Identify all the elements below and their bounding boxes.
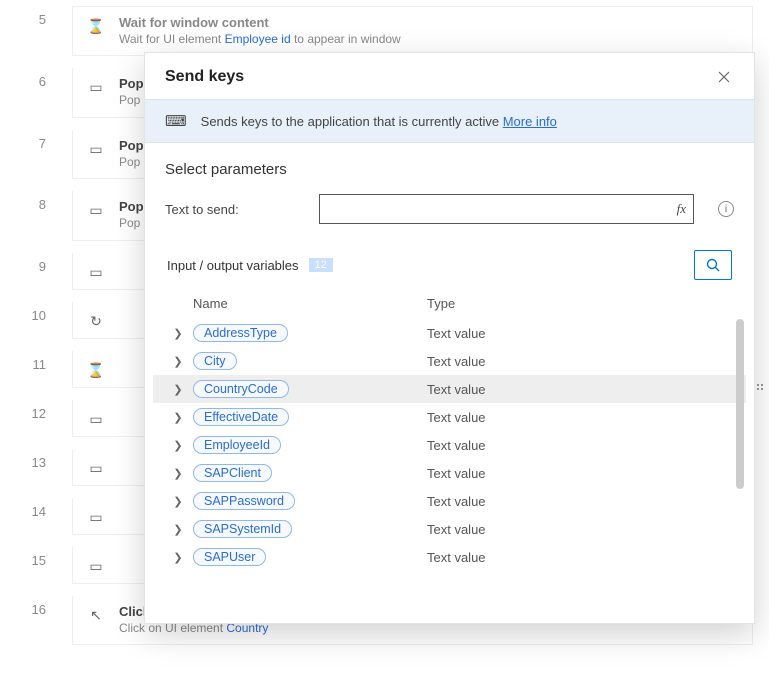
step-number: 10 <box>18 302 46 323</box>
param-info-icon[interactable]: i <box>718 201 734 217</box>
step-number: 5 <box>18 6 46 27</box>
variable-row[interactable]: ❯ SAPUser Text value <box>153 543 746 571</box>
step-number: 9 <box>18 253 46 274</box>
info-banner: ⌨ Sends keys to the application that is … <box>145 99 754 143</box>
chevron-right-icon[interactable]: ❯ <box>167 327 189 340</box>
variables-panel: Input / output variables 12 Name Type ❯ A… <box>153 242 746 623</box>
chevron-right-icon[interactable]: ❯ <box>167 551 189 564</box>
chevron-right-icon[interactable]: ❯ <box>167 383 189 396</box>
variable-type: Text value <box>427 382 732 397</box>
step-number: 14 <box>18 498 46 519</box>
variable-row[interactable]: ❯ EmployeeId Text value <box>153 431 746 459</box>
variable-pill[interactable]: EmployeeId <box>193 436 281 454</box>
variable-type: Text value <box>427 354 732 369</box>
col-name-header: Name <box>167 296 427 311</box>
variable-pill[interactable]: SAPSystemId <box>193 520 292 538</box>
step-number: 11 <box>18 351 46 372</box>
variable-list: ❯ AddressType Text value ❯ City Text value ❯ Co… <box>153 319 746 623</box>
variable-row[interactable]: ❯ EffectiveDate Text value <box>153 403 746 431</box>
step-title: Pop <box>119 199 144 216</box>
variable-type: Text value <box>427 550 732 565</box>
fx-icon[interactable]: fx <box>677 201 686 217</box>
step-subtitle: Wait for UI element Employee id to appea… <box>119 32 401 48</box>
param-text-to-send: Text to send: fx i <box>145 186 754 242</box>
search-variables-button[interactable] <box>694 250 732 280</box>
step-type-icon: ▭ <box>85 76 107 96</box>
col-type-header: Type <box>427 296 732 311</box>
variable-pill[interactable]: SAPUser <box>193 548 266 566</box>
dialog-title: Send keys <box>165 68 244 86</box>
step-type-icon: ▭ <box>85 506 107 526</box>
step-title: Wait for window content <box>119 15 401 32</box>
variable-row[interactable]: ❯ CountryCode Text value <box>153 375 746 403</box>
variable-type: Text value <box>427 466 732 481</box>
variable-pill[interactable]: EffectiveDate <box>193 408 289 426</box>
variable-pill[interactable]: City <box>193 352 237 370</box>
param-label: Text to send: <box>165 202 305 217</box>
variable-type: Text value <box>427 494 732 509</box>
step-type-icon: ▭ <box>85 555 107 575</box>
step-type-icon: ▭ <box>85 457 107 477</box>
chevron-right-icon[interactable]: ❯ <box>167 411 189 424</box>
step-number: 15 <box>18 547 46 568</box>
dialog-header: Send keys <box>145 53 754 99</box>
chevron-right-icon[interactable]: ❯ <box>167 495 189 508</box>
step-type-icon: ⌛ <box>85 15 107 35</box>
variable-type: Text value <box>427 522 732 537</box>
step-subtitle: Pop <box>119 155 144 171</box>
keyboard-icon: ⌨ <box>165 112 187 130</box>
variable-columns-header: Name Type <box>153 288 746 319</box>
step-subtitle: Pop <box>119 93 144 109</box>
step-type-icon: ▭ <box>85 408 107 428</box>
step-type-icon: ▭ <box>85 138 107 158</box>
step-title: Pop <box>119 138 144 155</box>
step-type-icon: ↻ <box>85 310 107 330</box>
variable-pill[interactable]: AddressType <box>193 324 288 342</box>
variable-type: Text value <box>427 438 732 453</box>
step-number: 8 <box>18 191 46 212</box>
chevron-right-icon[interactable]: ❯ <box>167 439 189 452</box>
step-subtitle: Pop <box>119 216 144 232</box>
step-title: Pop <box>119 76 144 93</box>
section-title: Select parameters <box>145 143 754 186</box>
chevron-right-icon[interactable]: ❯ <box>167 523 189 536</box>
resize-grip <box>757 384 763 390</box>
text-to-send-input[interactable] <box>319 194 694 224</box>
close-button[interactable] <box>714 67 734 87</box>
variable-type: Text value <box>427 410 732 425</box>
vars-count-badge: 12 <box>309 258 333 272</box>
chevron-right-icon[interactable]: ❯ <box>167 355 189 368</box>
variable-pill[interactable]: CountryCode <box>193 380 289 398</box>
variable-row[interactable]: ❯ AddressType Text value <box>153 319 746 347</box>
variable-pill[interactable]: SAPClient <box>193 464 272 482</box>
variable-pill[interactable]: SAPPassword <box>193 492 295 510</box>
step-number: 6 <box>18 68 46 89</box>
step-number: 7 <box>18 130 46 151</box>
step-type-icon: ▭ <box>85 199 107 219</box>
variable-row[interactable]: ❯ City Text value <box>153 347 746 375</box>
step-type-icon: ⌛ <box>85 359 107 379</box>
step-number: 16 <box>18 596 46 617</box>
step-number: 12 <box>18 400 46 421</box>
send-keys-dialog: Send keys ⌨ Sends keys to the applicatio… <box>144 52 755 624</box>
vars-title: Input / output variables 12 <box>167 258 333 273</box>
chevron-right-icon[interactable]: ❯ <box>167 467 189 480</box>
step-type-icon: ↖ <box>85 604 107 624</box>
variable-type: Text value <box>427 326 732 341</box>
variables-scrollbar[interactable] <box>736 319 744 623</box>
variable-row[interactable]: ❯ SAPClient Text value <box>153 459 746 487</box>
step-card[interactable]: ⌛ Wait for window contentWait for UI elem… <box>72 6 753 56</box>
variable-row[interactable]: ❯ SAPSystemId Text value <box>153 515 746 543</box>
banner-text: Sends keys to the application that is cu… <box>201 114 557 129</box>
step-link[interactable]: Employee id <box>225 32 291 46</box>
step-number: 13 <box>18 449 46 470</box>
variable-row[interactable]: ❯ SAPPassword Text value <box>153 487 746 515</box>
step-type-icon: ▭ <box>85 261 107 281</box>
more-info-link[interactable]: More info <box>503 114 557 129</box>
